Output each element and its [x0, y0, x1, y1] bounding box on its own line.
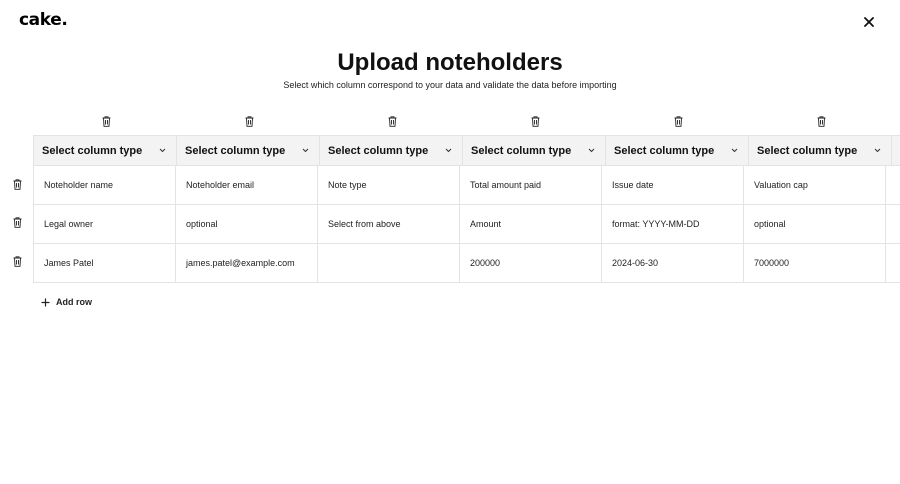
delete-row-1-button[interactable] [11, 178, 23, 191]
table-cell[interactable]: format: YYYY-MM-DD [601, 205, 743, 243]
table-cell[interactable]: James Patel [33, 244, 175, 282]
table-cell[interactable]: 200000 [459, 244, 601, 282]
table-cell[interactable] [317, 244, 459, 282]
chevron-down-icon [588, 148, 595, 153]
trash-icon [388, 116, 396, 127]
table-cell[interactable]: 2024-06-30 [601, 244, 743, 282]
column-type-select-5[interactable]: Select column type [605, 136, 748, 165]
column-type-select-3[interactable]: Select column type [319, 136, 462, 165]
column-type-label: Select column type [471, 144, 572, 157]
close-icon [864, 17, 874, 27]
table-cell[interactable]: Noteholder email [175, 166, 317, 204]
column-type-header-row: Select column type Select column type Se… [33, 135, 900, 166]
add-row-button[interactable]: Add row [41, 297, 92, 307]
table-cell[interactable]: Amount [459, 205, 601, 243]
trash-icon [13, 179, 21, 190]
trash-icon [245, 116, 253, 127]
column-type-label: Select column type [757, 144, 858, 157]
delete-row-3-button[interactable] [11, 255, 23, 268]
table-cell[interactable]: Noteholder name [33, 166, 175, 204]
add-row-label: Add row [56, 297, 92, 307]
delete-row-2-button[interactable] [11, 216, 23, 229]
table-cell-partial[interactable] [885, 244, 900, 282]
close-button[interactable] [860, 13, 878, 31]
delete-column-6-button[interactable] [815, 115, 827, 128]
mapping-table: Select column type Select column type Se… [33, 135, 900, 283]
trash-icon [102, 116, 110, 127]
table-cell[interactable]: 7000000 [743, 244, 885, 282]
column-type-select-6[interactable]: Select column type [748, 136, 891, 165]
table-cell[interactable]: Valuation cap [743, 166, 885, 204]
table-row: Legal owner optional Select from above A… [33, 205, 900, 244]
table-cell[interactable]: Legal owner [33, 205, 175, 243]
table-cell[interactable]: Note type [317, 166, 459, 204]
column-type-label: Select column type [614, 144, 715, 157]
table-cell-partial[interactable] [885, 205, 900, 243]
table-cell-partial[interactable] [885, 166, 900, 204]
cake-logo: cake. [19, 10, 68, 30]
table-row: James Patel james.patel@example.com 2000… [33, 244, 900, 283]
column-type-label: Select column type [185, 144, 286, 157]
table-cell[interactable]: Issue date [601, 166, 743, 204]
plus-icon [41, 297, 50, 307]
trash-icon [531, 116, 539, 127]
table-cell[interactable]: optional [175, 205, 317, 243]
delete-column-1-button[interactable] [100, 115, 112, 128]
chevron-down-icon [159, 148, 166, 153]
column-type-select-2[interactable]: Select column type [176, 136, 319, 165]
column-type-select-1[interactable]: Select column type [33, 136, 176, 165]
page-title: Upload noteholders [337, 49, 563, 76]
table-cell[interactable]: Total amount paid [459, 166, 601, 204]
delete-column-3-button[interactable] [386, 115, 398, 128]
delete-column-2-button[interactable] [243, 115, 255, 128]
chevron-down-icon [731, 148, 738, 153]
column-type-select-partial[interactable] [891, 136, 900, 165]
table-cell[interactable]: james.patel@example.com [175, 244, 317, 282]
trash-icon [13, 256, 21, 267]
delete-column-5-button[interactable] [672, 115, 684, 128]
table-row: Noteholder name Noteholder email Note ty… [33, 166, 900, 205]
trash-icon [817, 116, 825, 127]
trash-icon [674, 116, 682, 127]
trash-icon [13, 217, 21, 228]
column-type-select-4[interactable]: Select column type [462, 136, 605, 165]
column-type-label: Select column type [42, 144, 143, 157]
chevron-down-icon [874, 148, 881, 153]
table-cell[interactable]: Select from above [317, 205, 459, 243]
table-cell[interactable]: optional [743, 205, 885, 243]
chevron-down-icon [445, 148, 452, 153]
delete-column-4-button[interactable] [529, 115, 541, 128]
column-type-label: Select column type [328, 144, 429, 157]
chevron-down-icon [302, 148, 309, 153]
page-subtitle: Select which column correspond to your d… [283, 80, 617, 90]
